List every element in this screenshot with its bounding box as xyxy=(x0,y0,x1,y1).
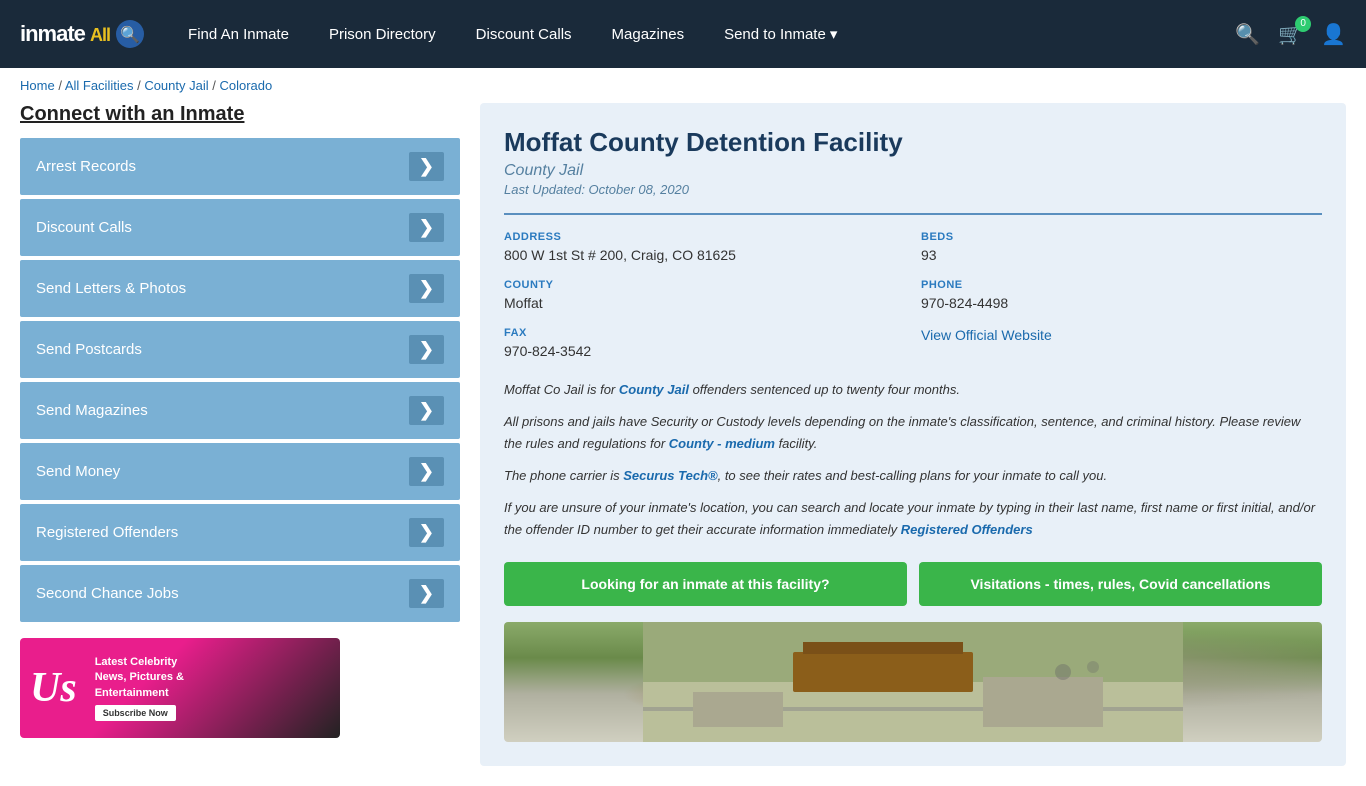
search-icon[interactable]: 🔍 xyxy=(1235,22,1260,47)
breadcrumb-county-jail[interactable]: County Jail xyxy=(144,78,208,93)
user-icon[interactable]: 👤 xyxy=(1321,22,1346,47)
sidebar-advertisement[interactable]: Us Latest Celebrity News, Pictures & Ent… xyxy=(20,638,340,738)
logo-text: inmate All xyxy=(20,21,110,47)
facility-info-grid: ADDRESS 800 W 1st St # 200, Craig, CO 81… xyxy=(504,231,1322,359)
ad-line2: News, Pictures & xyxy=(95,670,184,685)
sidebar: Connect with an Inmate Arrest Records ❯ … xyxy=(20,103,460,766)
cart-badge: 0 xyxy=(1295,16,1311,32)
fax-label: FAX xyxy=(504,327,905,339)
address-label: ADDRESS xyxy=(504,231,905,243)
arrow-icon: ❯ xyxy=(409,396,444,425)
connect-title: Connect with an Inmate xyxy=(20,103,460,126)
sidebar-item-send-money[interactable]: Send Money ❯ xyxy=(20,443,460,500)
description-3: The phone carrier is Securus Tech®, to s… xyxy=(504,465,1322,487)
county-label: COUNTY xyxy=(504,279,905,291)
arrow-icon: ❯ xyxy=(409,457,444,486)
nav-right: 🔍 🛒 0 👤 xyxy=(1235,22,1346,47)
view-official-website-link[interactable]: View Official Website xyxy=(921,327,1052,343)
description-4: If you are unsure of your inmate's locat… xyxy=(504,497,1322,541)
svg-text:🔍: 🔍 xyxy=(120,24,140,44)
logo[interactable]: inmate All 🔍 xyxy=(20,16,148,52)
sidebar-item-send-letters[interactable]: Send Letters & Photos ❯ xyxy=(20,260,460,317)
fax-block: FAX 970-824-3542 xyxy=(504,327,905,359)
breadcrumb-all-facilities[interactable]: All Facilities xyxy=(65,78,134,93)
phone-label: PHONE xyxy=(921,279,1322,291)
breadcrumb-state[interactable]: Colorado xyxy=(219,78,272,93)
sidebar-item-registered-offenders[interactable]: Registered Offenders ❯ xyxy=(20,504,460,561)
arrow-icon: ❯ xyxy=(409,335,444,364)
nav-links: Find An Inmate Prison Directory Discount… xyxy=(188,25,1235,43)
securus-tech-link[interactable]: Securus Tech® xyxy=(623,468,717,483)
logo-all: All xyxy=(90,25,110,45)
arrow-icon: ❯ xyxy=(409,579,444,608)
arrow-icon: ❯ xyxy=(409,518,444,547)
address-value: 800 W 1st St # 200, Craig, CO 81625 xyxy=(504,247,905,263)
beds-block: BEDS 93 xyxy=(921,231,1322,263)
phone-block: PHONE 970-824-4498 xyxy=(921,279,1322,311)
action-buttons: Looking for an inmate at this facility? … xyxy=(504,562,1322,606)
ad-content: Latest Celebrity News, Pictures & Entert… xyxy=(87,647,192,729)
visitations-button[interactable]: Visitations - times, rules, Covid cancel… xyxy=(919,562,1322,606)
main-nav: inmate All 🔍 Find An Inmate Prison Direc… xyxy=(0,0,1366,68)
description-1: Moffat Co Jail is for County Jail offend… xyxy=(504,379,1322,401)
cart-icon[interactable]: 🛒 0 xyxy=(1278,22,1303,47)
facility-last-updated: Last Updated: October 08, 2020 xyxy=(504,182,1322,197)
sidebar-menu: Arrest Records ❯ Discount Calls ❯ Send L… xyxy=(20,138,460,622)
beds-label: BEDS xyxy=(921,231,1322,243)
county-value: Moffat xyxy=(504,295,905,311)
phone-value: 970-824-4498 xyxy=(921,295,1322,311)
breadcrumb: Home / All Facilities / County Jail / Co… xyxy=(0,68,1366,103)
nav-send-to-inmate[interactable]: Send to Inmate ▾ xyxy=(724,25,837,43)
breadcrumb-home[interactable]: Home xyxy=(20,78,55,93)
arrow-icon: ❯ xyxy=(409,213,444,242)
ad-subscribe-button[interactable]: Subscribe Now xyxy=(95,705,176,721)
county-block: COUNTY Moffat xyxy=(504,279,905,311)
arrow-icon: ❯ xyxy=(409,152,444,181)
address-block: ADDRESS 800 W 1st St # 200, Craig, CO 81… xyxy=(504,231,905,263)
county-medium-link[interactable]: County - medium xyxy=(669,436,775,451)
ad-line3: Entertainment xyxy=(95,686,184,701)
description-2: All prisons and jails have Security or C… xyxy=(504,411,1322,455)
ad-logo: Us xyxy=(20,664,87,712)
ad-headline: Latest Celebrity xyxy=(95,655,184,670)
county-jail-link[interactable]: County Jail xyxy=(619,382,689,397)
sidebar-item-discount-calls[interactable]: Discount Calls ❯ xyxy=(20,199,460,256)
sidebar-item-second-chance-jobs[interactable]: Second Chance Jobs ❯ xyxy=(20,565,460,622)
facility-photo xyxy=(504,622,1322,742)
sidebar-item-arrest-records[interactable]: Arrest Records ❯ xyxy=(20,138,460,195)
facility-aerial-photo xyxy=(504,622,1322,742)
nav-find-inmate[interactable]: Find An Inmate xyxy=(188,26,289,43)
logo-icon: 🔍 xyxy=(112,16,148,52)
registered-offenders-link[interactable]: Registered Offenders xyxy=(901,522,1033,537)
beds-value: 93 xyxy=(921,247,1322,263)
facility-content: Moffat County Detention Facility County … xyxy=(480,103,1346,766)
info-divider xyxy=(504,213,1322,215)
nav-magazines[interactable]: Magazines xyxy=(612,26,685,43)
sidebar-item-send-magazines[interactable]: Send Magazines ❯ xyxy=(20,382,460,439)
main-layout: Connect with an Inmate Arrest Records ❯ … xyxy=(0,103,1366,786)
facility-title: Moffat County Detention Facility xyxy=(504,127,1322,158)
facility-type: County Jail xyxy=(504,162,1322,180)
looking-for-inmate-button[interactable]: Looking for an inmate at this facility? xyxy=(504,562,907,606)
fax-value: 970-824-3542 xyxy=(504,343,905,359)
nav-prison-directory[interactable]: Prison Directory xyxy=(329,26,436,43)
sidebar-item-send-postcards[interactable]: Send Postcards ❯ xyxy=(20,321,460,378)
arrow-icon: ❯ xyxy=(409,274,444,303)
website-block: View Official Website xyxy=(921,327,1322,359)
nav-discount-calls[interactable]: Discount Calls xyxy=(476,26,572,43)
